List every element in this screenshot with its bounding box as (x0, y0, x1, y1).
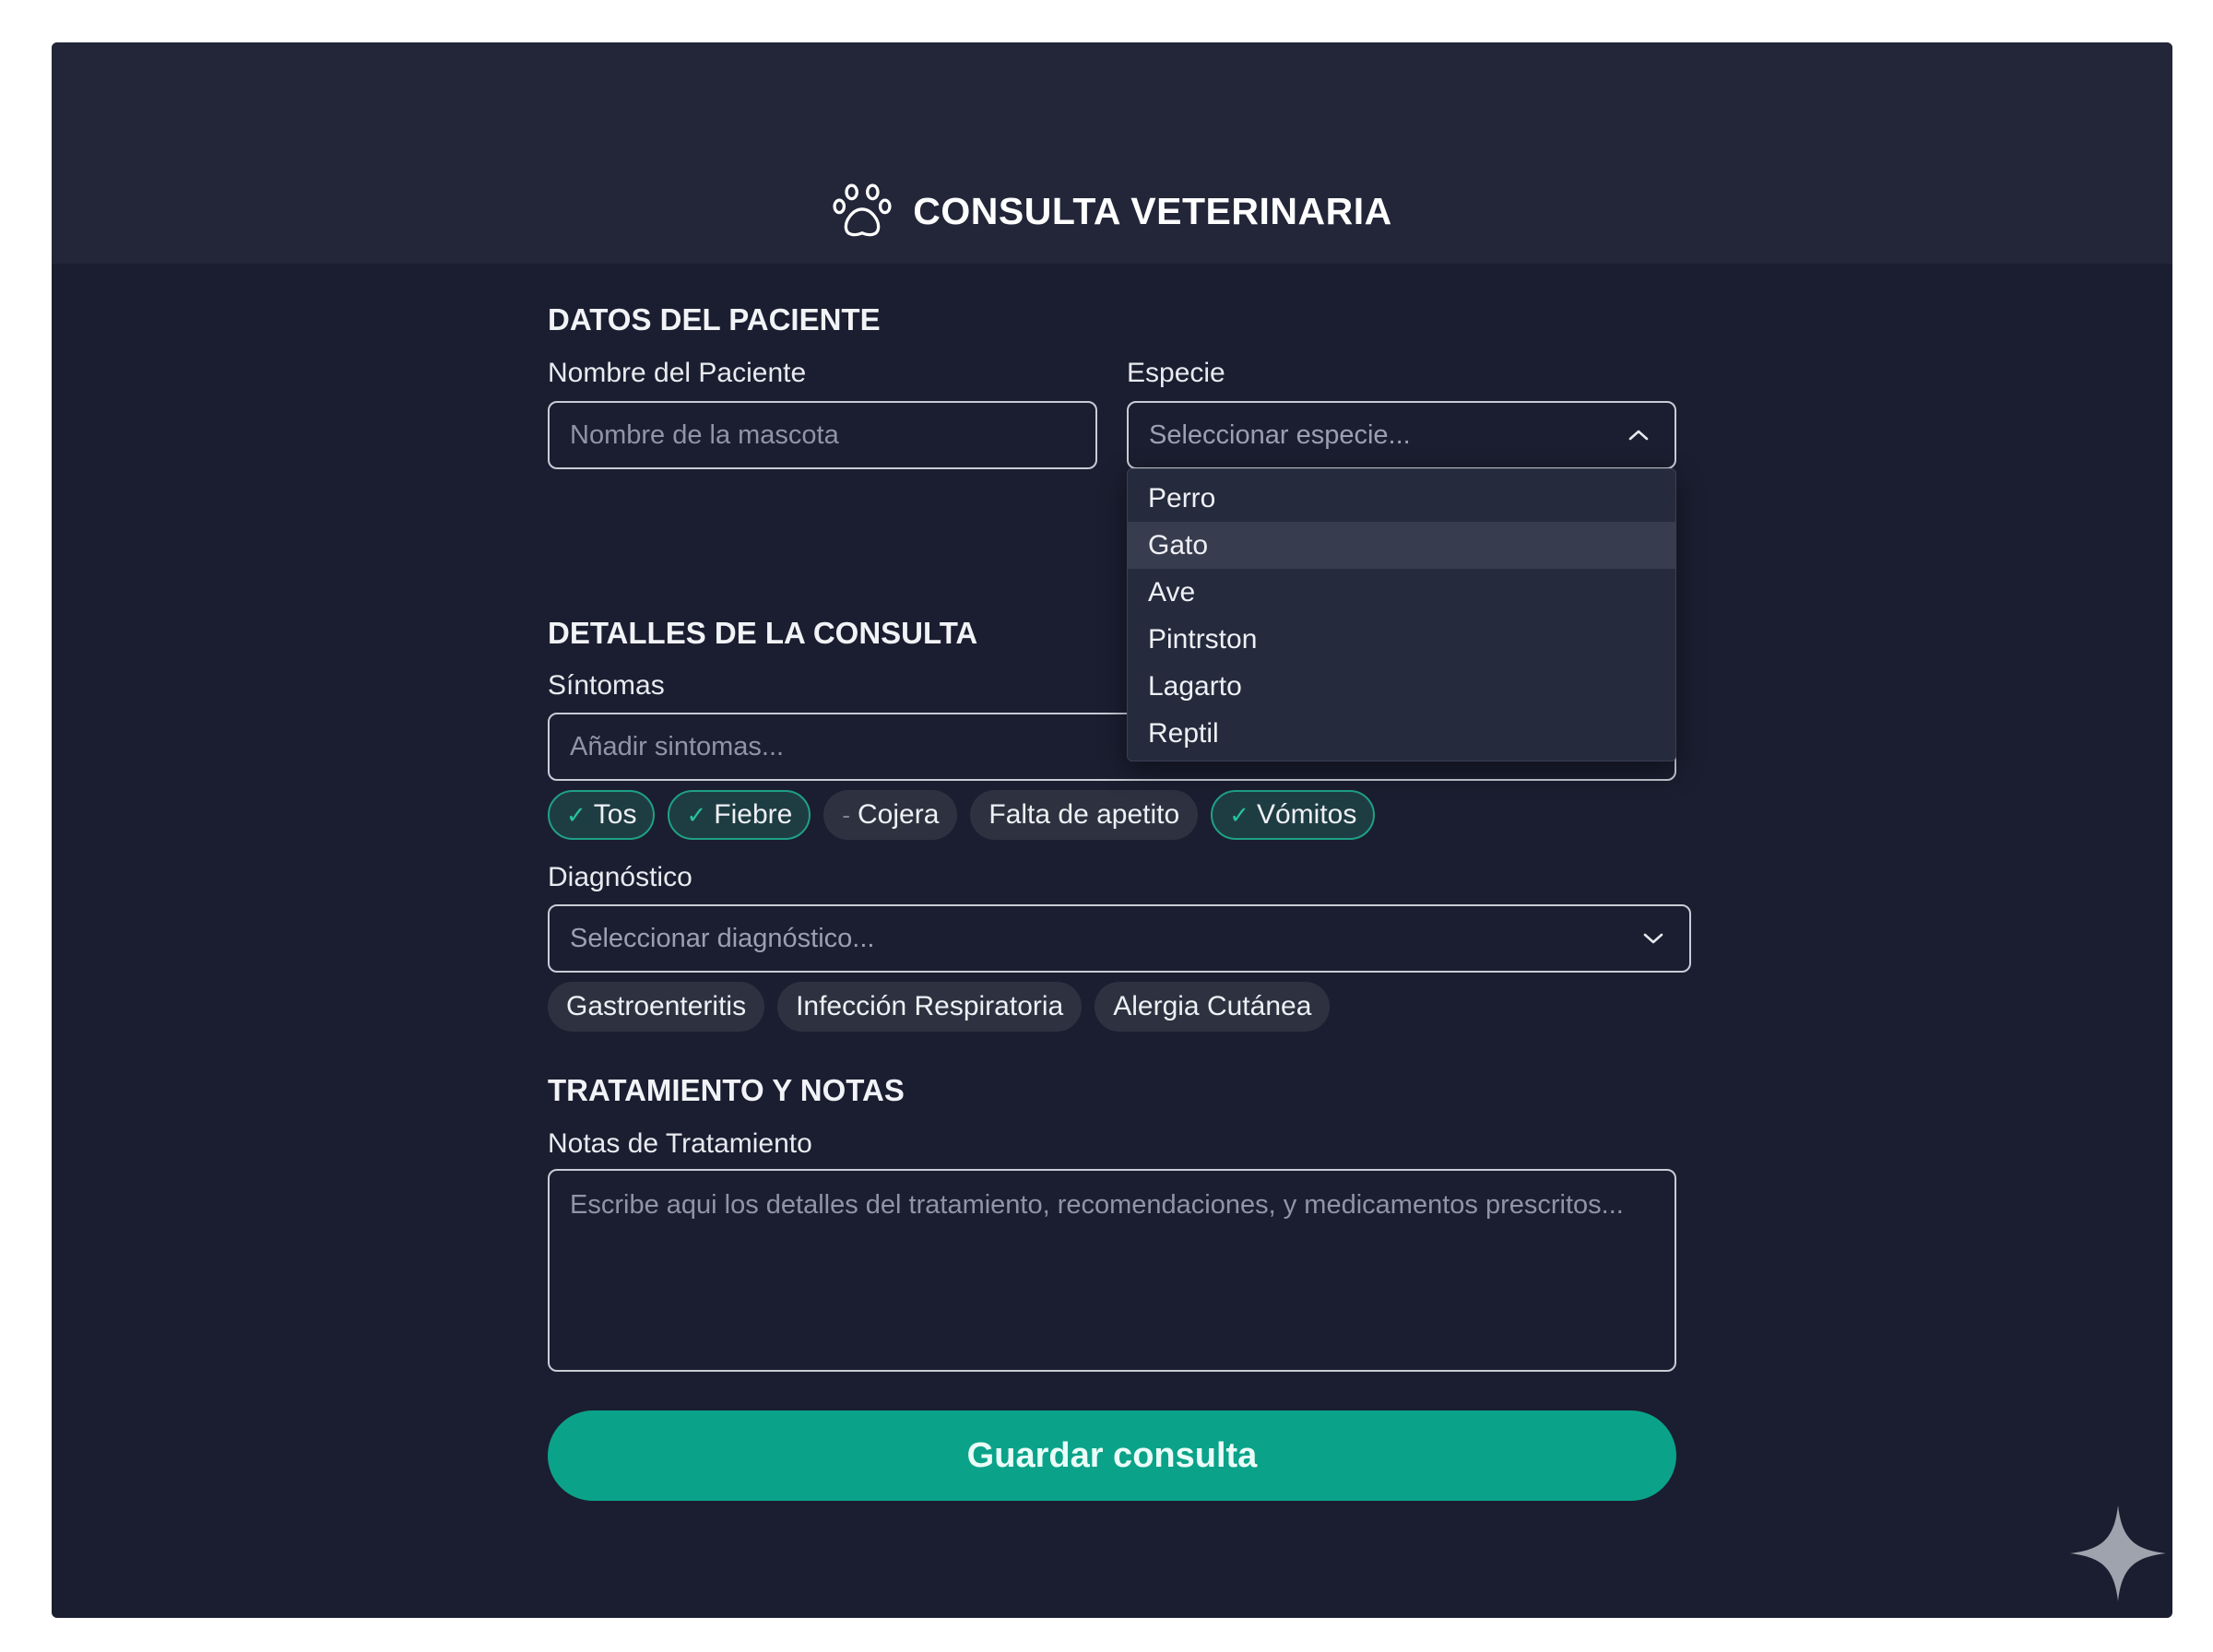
chip-alergia-cutanea[interactable]: Alergia Cutánea (1095, 982, 1331, 1032)
notes-textarea[interactable] (570, 1187, 1654, 1353)
patient-name-input[interactable] (570, 419, 1095, 451)
chip-label: Tos (593, 799, 637, 830)
species-option-lagarto[interactable]: Lagarto (1128, 663, 1675, 710)
species-label: Especie (1127, 358, 1225, 388)
diagnosis-label: Diagnóstico (548, 862, 692, 892)
check-icon: ✓ (566, 800, 586, 829)
chip-tos[interactable]: ✓ Tos (548, 790, 656, 840)
chip-label: Falta de apetito (988, 799, 1180, 830)
species-placeholder: Seleccionar especie... (1149, 419, 1411, 450)
paw-icon (833, 183, 892, 237)
sparkle-icon (2070, 1505, 2166, 1601)
chip-infeccion-respiratoria[interactable]: Infección Respiratoria (777, 982, 1083, 1032)
chevron-down-icon (1643, 933, 1663, 944)
patient-name-field[interactable] (548, 401, 1097, 469)
diagnosis-chips: Gastroenteritis Infección Respiratoria A… (548, 982, 1331, 1032)
dash-icon: - (842, 800, 850, 829)
species-option-reptil[interactable]: Reptil (1128, 710, 1675, 757)
chip-fiebre[interactable]: ✓ Fiebre (668, 790, 811, 840)
chip-falta-de-apetito[interactable]: Falta de apetito (970, 790, 1199, 840)
symptom-chips: ✓ Tos ✓ Fiebre - Cojera Falta de apetito… (548, 790, 1376, 840)
section-title-patient: DATOS DEL PACIENTE (548, 302, 881, 336)
species-option-ave[interactable]: Ave (1128, 569, 1675, 616)
section-title-consulta: DETALLES DE LA CONSULTA (548, 616, 978, 650)
chip-vomitos[interactable]: ✓ Vómitos (1211, 790, 1376, 840)
chevron-up-icon (1628, 430, 1649, 441)
species-dropdown: Perro Gato Ave Pintrston Lagarto Reptil (1127, 468, 1676, 761)
chip-gastroenteritis[interactable]: Gastroenteritis (548, 982, 765, 1032)
chip-label: Fiebre (714, 799, 793, 830)
check-icon: ✓ (1229, 800, 1249, 829)
species-option-gato[interactable]: Gato (1128, 522, 1675, 569)
notes-field[interactable] (548, 1169, 1676, 1372)
title-bar: CONSULTA VETERINARIA (52, 181, 2172, 242)
app-header: CONSULTA VETERINARIA (52, 42, 2172, 264)
species-option-perro[interactable]: Perro (1128, 475, 1675, 522)
app-window: CONSULTA VETERINARIA DATOS DEL PACIENTE … (52, 42, 2172, 1618)
page-title: CONSULTA VETERINARIA (913, 189, 1392, 232)
check-icon: ✓ (686, 800, 707, 829)
chip-cojera[interactable]: - Cojera (823, 790, 958, 840)
symptoms-label: Síntomas (548, 670, 665, 701)
chip-label: Vómitos (1256, 799, 1357, 830)
notes-label: Notas de Tratamiento (548, 1128, 812, 1159)
section-title-treatment: TRATAMIENTO Y NOTAS (548, 1073, 905, 1107)
chip-label: Cojera (858, 799, 940, 830)
species-option-pintrston[interactable]: Pintrston (1128, 616, 1675, 663)
patient-name-label: Nombre del Paciente (548, 358, 807, 388)
species-select[interactable]: Seleccionar especie... (1127, 401, 1676, 469)
diagnosis-placeholder: Seleccionar diagnóstico... (570, 923, 875, 953)
diagnosis-select[interactable]: Seleccionar diagnóstico... (548, 904, 1691, 973)
save-consulta-button[interactable]: Guardar consulta (548, 1410, 1676, 1501)
